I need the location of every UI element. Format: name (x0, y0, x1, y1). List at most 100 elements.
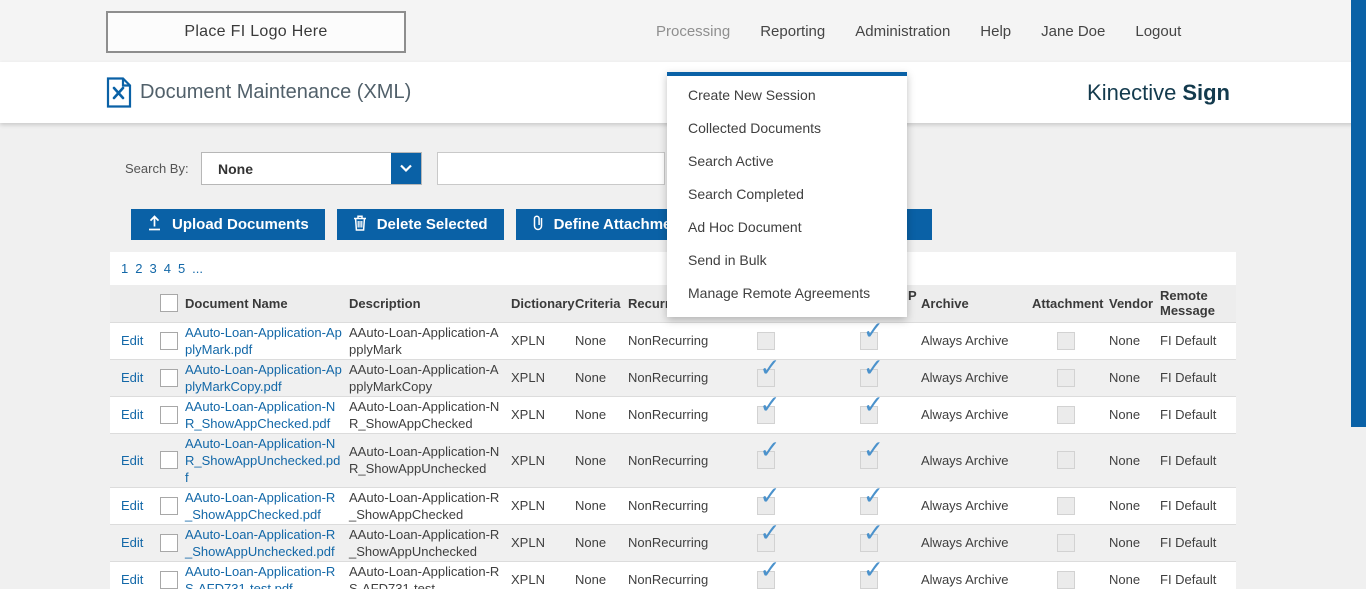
edit-link[interactable]: Edit (121, 453, 143, 468)
flag2-cell: ✓ (818, 561, 920, 589)
vendor-header: Vendor (1101, 285, 1150, 322)
page-link-3[interactable]: 3 (149, 261, 156, 276)
document-name-cell: AAuto-Loan-Application-ApplyMark.pdf (184, 322, 348, 359)
vertical-scrollbar-thumb[interactable] (1351, 0, 1366, 427)
edit-cell: Edit (110, 322, 154, 359)
edit-column-header (110, 285, 154, 322)
page-link-1[interactable]: 1 (121, 261, 128, 276)
document-name-link[interactable]: AAuto-Loan-Application-R_ShowAppUnchecke… (185, 527, 335, 559)
row-select-checkbox[interactable] (160, 497, 178, 515)
flag1-checkbox: ✓ (757, 497, 775, 515)
flag1-checkbox: ✓ (757, 534, 775, 552)
attachment-checkbox (1057, 534, 1075, 552)
nav-item-processing[interactable]: Processing (656, 23, 730, 40)
archive-cell: Always Archive (920, 487, 1031, 524)
recurring-cell: NonRecurring (625, 396, 713, 433)
processing-dropdown-menu: Create New SessionCollected DocumentsSea… (667, 72, 907, 317)
brand-regular: Kinective (1087, 80, 1176, 106)
dictionary-cell: XPLN (506, 359, 570, 396)
flag1-cell: ✓ (713, 433, 818, 487)
search-input[interactable] (437, 152, 665, 185)
attachment-cell (1031, 487, 1101, 524)
document-name-link[interactable]: AAuto-Loan-Application-NR_ShowAppChecked… (185, 399, 335, 431)
edit-link[interactable]: Edit (121, 498, 143, 513)
recurring-cell: NonRecurring (625, 524, 713, 561)
brand-bold: Sign (1182, 80, 1230, 106)
vendor-cell: None (1101, 322, 1150, 359)
document-name-cell: AAuto-Loan-Application-R_ShowAppUnchecke… (184, 524, 348, 561)
document-name-cell: AAuto-Loan-Application-R_ShowAppChecked.… (184, 487, 348, 524)
vendor-cell: None (1101, 433, 1150, 487)
edit-link[interactable]: Edit (121, 333, 143, 348)
row-select-checkbox[interactable] (160, 332, 178, 350)
document-name-link[interactable]: AAuto-Loan-Application-R_ShowAppChecked.… (185, 490, 335, 522)
trash-icon (353, 215, 367, 235)
document-name-header: Document Name (184, 285, 348, 322)
row-select-checkbox[interactable] (160, 451, 178, 469)
row-select-checkbox[interactable] (160, 571, 178, 589)
row-select-checkbox[interactable] (160, 534, 178, 552)
page-link-4[interactable]: 4 (164, 261, 171, 276)
document-name-link[interactable]: AAuto-Loan-Application-ApplyMark.pdf (185, 325, 342, 357)
menu-item-search-active[interactable]: Search Active (667, 144, 907, 177)
select-all-checkbox[interactable] (160, 294, 178, 312)
search-by-select[interactable]: None (201, 152, 422, 185)
attachment-cell (1031, 359, 1101, 396)
remote-message-cell: FI Default (1150, 433, 1236, 487)
flag1-checkbox: ✓ (757, 451, 775, 469)
flag1-cell: ✓ (713, 396, 818, 433)
nav-item-logout[interactable]: Logout (1135, 23, 1181, 40)
edit-link[interactable]: Edit (121, 407, 143, 422)
dictionary-header: Dictionary (506, 285, 570, 322)
attachment-checkbox (1057, 369, 1075, 387)
menu-item-collected-documents[interactable]: Collected Documents (667, 111, 907, 144)
nav-item-jane-doe[interactable]: Jane Doe (1041, 23, 1105, 40)
upload-documents-button[interactable]: Upload Documents (131, 209, 325, 240)
remote-message-cell: FI Default (1150, 396, 1236, 433)
document-name-link[interactable]: AAuto-Loan-Application-RS-AFD731-test.pd… (185, 564, 335, 589)
flag1-cell: ✓ (713, 561, 818, 589)
page-link-2[interactable]: 2 (135, 261, 142, 276)
menu-item-search-completed[interactable]: Search Completed (667, 177, 907, 210)
edit-link[interactable]: Edit (121, 572, 143, 587)
edit-link[interactable]: Edit (121, 535, 143, 550)
remote-message-cell: FI Default (1150, 359, 1236, 396)
remote-message-cell: FI Default (1150, 322, 1236, 359)
table-row: Edit AAuto-Loan-Application-R_ShowAppChec… (110, 487, 1236, 524)
menu-item-ad-hoc-document[interactable]: Ad Hoc Document (667, 210, 907, 243)
doc-table-body: Edit AAuto-Loan-Application-ApplyMark.pdf… (110, 322, 1236, 589)
edit-cell: Edit (110, 561, 154, 589)
attachment-cell (1031, 322, 1101, 359)
page-title: Document Maintenance (XML) (140, 62, 411, 123)
edit-link[interactable]: Edit (121, 370, 143, 385)
check-icon: ✓ (760, 438, 781, 463)
menu-item-manage-remote-agreements[interactable]: Manage Remote Agreements (667, 276, 907, 309)
document-name-link[interactable]: AAuto-Loan-Application-ApplyMarkCopy.pdf (185, 362, 342, 394)
archive-cell: Always Archive (920, 359, 1031, 396)
table-row: Edit AAuto-Loan-Application-R_ShowAppUnch… (110, 524, 1236, 561)
flag2-checkbox: ✓ (860, 497, 878, 515)
documents-table: Document Name Description Dictionary Cri… (110, 285, 1236, 589)
criteria-cell: None (570, 524, 625, 561)
criteria-cell: None (570, 487, 625, 524)
row-select-checkbox[interactable] (160, 369, 178, 387)
nav-item-administration[interactable]: Administration (855, 23, 950, 40)
menu-item-send-in-bulk[interactable]: Send in Bulk (667, 243, 907, 276)
chevron-down-icon[interactable] (391, 153, 421, 184)
delete-selected-button[interactable]: Delete Selected (337, 209, 504, 240)
attachment-checkbox (1057, 571, 1075, 589)
topbar: Place FI Logo Here ProcessingReportingAd… (0, 0, 1366, 63)
select-cell (154, 396, 184, 433)
nav-item-reporting[interactable]: Reporting (760, 23, 825, 40)
edit-cell: Edit (110, 487, 154, 524)
check-icon: ✓ (760, 521, 781, 546)
page-link-[interactable]: ... (192, 261, 203, 276)
document-name-link[interactable]: AAuto-Loan-Application-NR_ShowAppUncheck… (185, 436, 340, 485)
page-link-5[interactable]: 5 (178, 261, 185, 276)
edit-cell: Edit (110, 524, 154, 561)
menu-item-create-new-session[interactable]: Create New Session (667, 78, 907, 111)
row-select-checkbox[interactable] (160, 406, 178, 424)
flag1-checkbox: ✓ (757, 369, 775, 387)
description-cell: AAuto-Loan-Application-NR_ShowAppUncheck… (348, 433, 506, 487)
nav-item-help[interactable]: Help (980, 23, 1011, 40)
